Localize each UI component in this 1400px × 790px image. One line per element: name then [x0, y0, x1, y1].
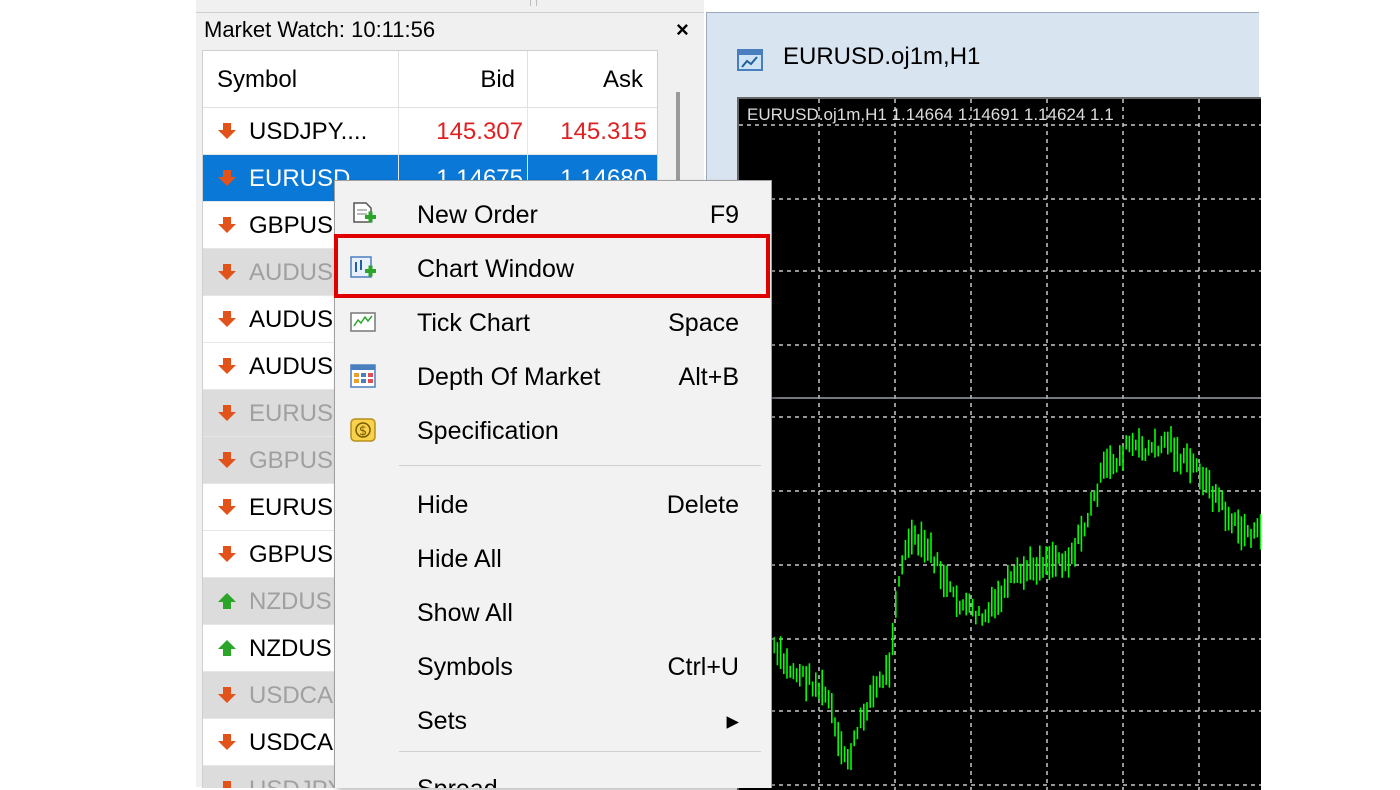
close-icon[interactable]: ×: [676, 17, 689, 43]
menu-item-shortcut: Alt+B: [678, 363, 739, 391]
symbol-cell: USDJPY: [249, 766, 344, 788]
menu-item-label: Tick Chart: [417, 309, 530, 337]
menu-item-label: Specification: [417, 417, 559, 445]
menu-item-tick-chart[interactable]: Tick Chart Space: [335, 295, 771, 349]
menu-item-symbols[interactable]: Symbols Ctrl+U: [335, 639, 771, 693]
menu-item-label: Sets: [417, 707, 468, 735]
menu-separator: [399, 751, 761, 752]
column-header-symbol[interactable]: Symbol: [217, 51, 297, 107]
arrow-down-icon: [218, 170, 236, 186]
arrow-down-icon: [218, 264, 236, 280]
menu-item-label: Symbols: [417, 653, 513, 681]
bid-cell: 145.307: [436, 118, 523, 145]
menu-item-shortcut: Space: [668, 309, 739, 337]
highlight-box: [334, 234, 770, 298]
chart-window-title: EURUSD.oj1m,H1: [783, 43, 981, 70]
ask-cell: 145.315: [560, 118, 647, 145]
menu-item-depth-of-market[interactable]: Depth Of Market Alt+B: [335, 349, 771, 403]
arrow-down-icon: [218, 687, 236, 703]
symbol-cell: NZDUS: [249, 635, 332, 662]
arrow-down-icon: [218, 311, 236, 327]
menu-item-label: Hide: [417, 491, 469, 519]
arrow-down-icon: [218, 217, 236, 233]
menu-item-shortcut: Ctrl+U: [667, 653, 739, 681]
toolbar-strip: [196, 0, 704, 13]
menu-item-label: Hide All: [417, 545, 502, 573]
menu-separator: [399, 465, 761, 466]
chart-window: EURUSD.oj1m,H1 EURUSD.oj1m,H1 1.14664 1.…: [706, 12, 1261, 790]
depth-of-market-icon: [350, 364, 376, 388]
chart-icon: [737, 49, 763, 71]
menu-item-hide[interactable]: Hide Delete: [335, 477, 771, 531]
symbol-cell: AUDUS: [249, 306, 334, 333]
menu-item-sets[interactable]: Sets ▸: [335, 693, 771, 747]
symbol-cell: GBPUS: [249, 541, 334, 568]
toolbar-segment: [536, 0, 537, 6]
menu-item-label: New Order: [417, 201, 538, 229]
symbol-cell: USDCA: [249, 682, 334, 709]
menu-item-show-all[interactable]: Show All: [335, 585, 771, 639]
symbol-cell: EURUS: [249, 400, 334, 427]
specification-icon: $: [350, 418, 376, 442]
column-header-ask[interactable]: Ask: [529, 51, 643, 107]
symbol-cell: GBPUS: [249, 447, 334, 474]
arrow-down-icon: [218, 734, 236, 750]
symbol-cell: USDCA: [249, 729, 334, 756]
column-header-bid[interactable]: Bid: [399, 51, 515, 107]
menu-item-new-order[interactable]: New Order F9: [335, 187, 771, 241]
price-chart[interactable]: EURUSD.oj1m,H1 1.14664 1.14691 1.14624 1…: [737, 97, 1261, 790]
table-header: Symbol Bid Ask: [203, 51, 657, 108]
symbol-cell: USDJPY....: [249, 118, 368, 145]
menu-item-shortcut: Delete: [666, 491, 739, 519]
menu-item-label: Show All: [417, 599, 513, 627]
price-chart-canvas: [739, 99, 1261, 790]
menu-item-specification[interactable]: $ Specification: [335, 403, 771, 457]
arrow-down-icon: [218, 499, 236, 515]
arrow-down-icon: [218, 405, 236, 421]
arrow-down-icon: [218, 358, 236, 374]
svg-text:$: $: [359, 424, 367, 439]
symbol-cell: GBPUS: [249, 212, 334, 239]
menu-item-label: Spread: [417, 761, 498, 788]
arrow-up-icon: [218, 640, 236, 656]
table-row[interactable]: USDJPY.... 145.307 145.315: [203, 108, 657, 155]
chart-info-line: EURUSD.oj1m,H1 1.14664 1.14691 1.14624 1…: [747, 105, 1114, 124]
menu-item-spread[interactable]: Spread: [335, 761, 771, 788]
symbol-cell: AUDUS: [249, 353, 334, 380]
menu-item-shortcut: F9: [709, 201, 739, 229]
tick-chart-icon: [350, 312, 376, 332]
new-order-icon: [353, 202, 376, 223]
symbol-cell: NZDUS: [249, 588, 332, 615]
symbol-cell: AUDUS: [249, 259, 334, 286]
arrow-down-icon: [218, 452, 236, 468]
market-watch-title: Market Watch: 10:11:56: [204, 17, 436, 42]
column-divider: [527, 108, 528, 154]
toolbar-segment: [474, 0, 531, 6]
symbol-cell: EURUS: [249, 494, 334, 521]
menu-item-label: Depth Of Market: [417, 363, 601, 391]
menu-item-hide-all[interactable]: Hide All: [335, 531, 771, 585]
arrow-down-icon: [218, 123, 236, 139]
arrow-down-icon: [218, 546, 236, 562]
menu-item-shortcut: ▸: [726, 707, 739, 735]
arrow-up-icon: [218, 593, 236, 609]
column-divider: [527, 51, 528, 107]
